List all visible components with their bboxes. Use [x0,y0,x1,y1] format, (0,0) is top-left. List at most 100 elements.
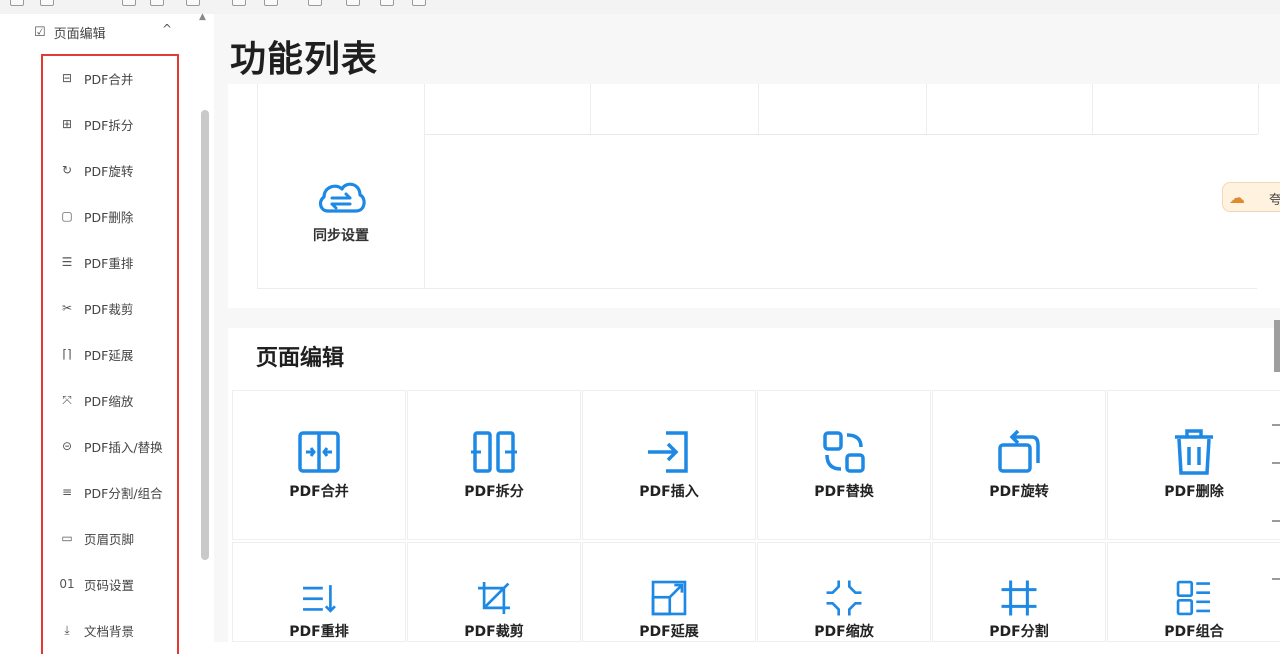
edit-icon: ☑ [34,24,46,40]
edge-tick [1272,520,1280,522]
toolbar-icon[interactable] [122,0,136,6]
top-toolbar [0,0,1280,15]
tool-tile[interactable]: PDF合并 [232,390,406,540]
toolbar-icon[interactable] [264,0,278,6]
cloud-sync-icon [318,182,366,213]
toolbar-icon[interactable] [150,0,164,6]
scroll-up-arrow[interactable]: ▲ [199,12,206,22]
floating-button-label: 夸 [1269,193,1280,208]
sidebar-item-label: PDF旋转 [84,163,134,179]
sidebar-item-label: 页眉页脚 [84,531,135,547]
tool-tile[interactable]: PDF旋转 [932,390,1106,540]
toolbar-icon[interactable] [346,0,360,6]
tool-label: PDF延展 [639,624,699,640]
tool-label: PDF组合 [1164,624,1224,640]
sidebar-item[interactable]: ⊝ PDF插入/替换 [59,434,163,458]
header-footer-icon: ▭ [61,531,73,545]
tool-label: PDF替换 [814,484,874,500]
trash-icon [1175,429,1213,475]
toolbar-icon[interactable] [308,0,322,6]
right-edge-handle[interactable] [1274,320,1280,372]
toolbar-icon[interactable] [10,0,24,6]
tool-label: PDF插入 [639,484,699,500]
tool-label: PDF缩放 [814,624,874,640]
tool-tile[interactable]: PDF重排 [232,542,406,642]
tool-tile[interactable]: PDF拆分 [407,390,581,540]
tool-label: PDF分割 [989,624,1049,640]
sidebar-item-label: PDF合并 [84,71,134,87]
divider [423,288,1257,289]
sidebar-item[interactable]: ↻ PDF旋转 [59,158,133,182]
tool-label: PDF旋转 [989,484,1049,500]
page-title: 功能列表 [230,39,379,80]
rotate-icon: ↻ [61,163,73,177]
sidebar-item[interactable]: ✂ PDF裁剪 [59,296,133,320]
sidebar-item[interactable]: ≡ PDF分割/组合 [59,480,163,504]
divide-icon [1001,580,1037,616]
toolbar-icon[interactable] [40,0,54,6]
sidebar-item-label: PDF缩放 [84,393,134,409]
sidebar-item[interactable]: ▭ 页眉页脚 [59,526,134,550]
sidebar: ☑ 页面编辑 ^ ⊟ PDF合并 ⊞ PDF拆分 ↻ PDF旋转 ▢ PDF删除 ☰ PDF重排 ✂… [0,12,214,654]
rotate-icon [998,429,1040,473]
merge-icon: ⊟ [61,71,73,85]
edge-tick [1272,424,1280,426]
combine-icon [1176,580,1210,616]
sidebar-item[interactable]: 01 页码设置 [59,572,134,596]
insert-icon [648,431,688,473]
tool-tile[interactable]: PDF裁剪 [407,542,581,642]
reorder-icon [303,585,336,613]
sidebar-item-label: PDF延展 [84,347,134,363]
sidebar-item[interactable]: ⤓ 文档背景 [59,618,134,642]
sidebar-item-label: PDF裁剪 [84,301,134,317]
toolbar-icon[interactable] [232,0,246,6]
sidebar-item[interactable]: ☰ PDF重排 [59,250,134,274]
sidebar-item[interactable]: ⊞ PDF拆分 [59,112,133,136]
sync-settings-label: 同步设置 [313,228,369,244]
background-icon: ⤓ [64,622,70,637]
tool-tile[interactable]: PDF替换 [757,390,931,540]
chevron-up-icon[interactable]: ^ [162,22,172,36]
sidebar-item[interactable]: ⌈⌉ PDF延展 [59,342,133,366]
sidebar-item-label: PDF拆分 [84,117,134,133]
extend-icon: ⌈⌉ [62,347,72,361]
tool-tile[interactable]: PDF缩放 [757,542,931,642]
edge-tick [1272,578,1280,580]
tool-tile[interactable]: PDF延展 [582,542,756,642]
tool-tile[interactable]: PDF插入 [582,390,756,540]
sidebar-item[interactable]: ⤧ PDF缩放 [59,388,133,412]
sidebar-item-label: PDF重排 [84,255,134,271]
sync-settings-tile[interactable]: 同步设置 [257,134,425,289]
tool-tile[interactable]: PDF分割 [932,542,1106,642]
insert-replace-icon: ⊝ [61,439,73,453]
sidebar-header-label: 页面编辑 [53,26,106,42]
tool-label: PDF删除 [1164,484,1224,500]
divide-combine-icon: ≡ [61,485,73,499]
sidebar-item-label: PDF插入/替换 [84,439,163,455]
cloud-icon: ☁ [1229,188,1245,207]
tool-label: PDF拆分 [464,484,524,500]
sidebar-item-label: 页码设置 [84,577,135,593]
tool-label: PDF裁剪 [464,624,524,640]
page-number-icon: 01 [59,577,75,591]
floating-cloud-button[interactable]: ☁ 夸 [1222,182,1280,212]
zoom-icon: ⤧ [62,392,72,407]
toolbar-icon[interactable] [412,0,426,6]
crop-icon [478,582,510,614]
tool-label: PDF合并 [289,484,349,500]
tool-tile[interactable]: PDF组合 [1107,542,1280,642]
sidebar-section-header[interactable]: ☑ 页面编辑 ^ [34,18,174,46]
toolbar-icon[interactable] [186,0,200,6]
merge-icon [298,431,340,473]
tool-tile[interactable]: PDF删除 [1107,390,1280,540]
sidebar-item[interactable]: ⊟ PDF合并 [59,66,133,90]
scrollbar-thumb[interactable] [201,110,209,560]
section-title: 页面编辑 [256,346,345,371]
tool-label: PDF重排 [289,624,349,640]
grid-row-top [257,84,1259,135]
split-icon [471,431,517,473]
sidebar-item-label: PDF删除 [84,209,134,225]
sidebar-item[interactable]: ▢ PDF删除 [59,204,133,228]
edge-tick [1272,462,1280,464]
toolbar-icon[interactable] [380,0,394,6]
